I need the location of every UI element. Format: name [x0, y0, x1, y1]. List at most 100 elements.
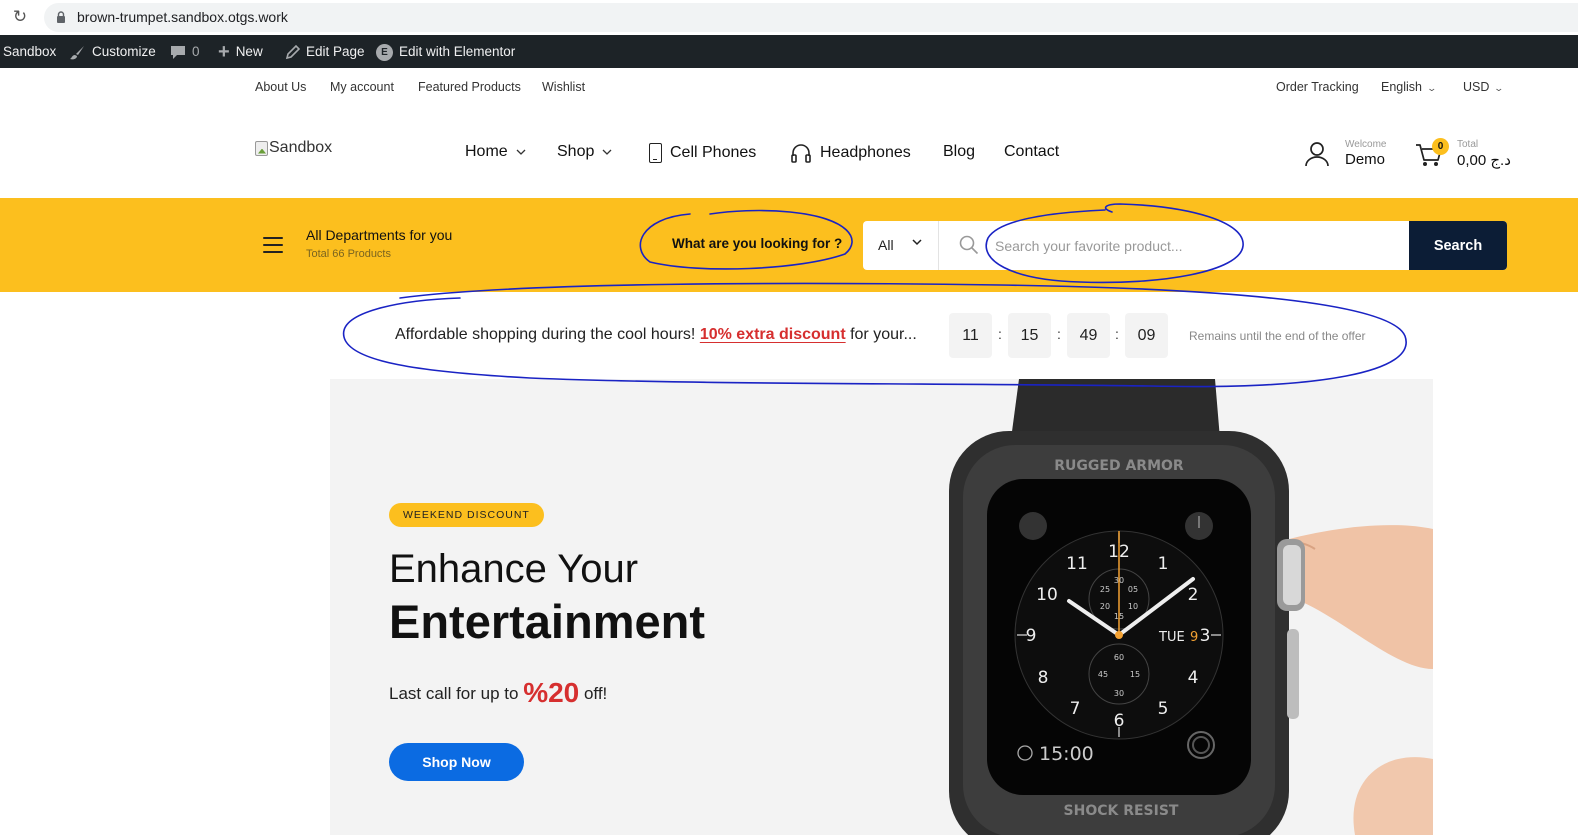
svg-text:10: 10 — [1036, 585, 1058, 605]
chevron-down-icon: ⌄ — [1426, 83, 1438, 93]
nav-home[interactable]: Home — [465, 143, 526, 161]
admin-elementor-link[interactable]: E Edit with Elementor — [376, 43, 515, 61]
svg-text:60: 60 — [1114, 653, 1124, 662]
hero-banner: WEEKEND DISCOUNT Enhance Your Entertainm… — [330, 379, 1433, 835]
admin-customize-link[interactable]: Customize — [69, 43, 156, 61]
countdown-seconds: 49 — [1067, 313, 1110, 358]
watch-bottom-text: SHOCK RESIST — [1064, 803, 1179, 819]
admin-comments-count: 0 — [192, 44, 200, 59]
reload-icon[interactable]: ↻ — [10, 7, 30, 27]
svg-text:5: 5 — [1158, 699, 1169, 719]
headphones-icon — [791, 144, 811, 163]
top-link-order-tracking[interactable]: Order Tracking — [1276, 80, 1359, 94]
svg-text:30: 30 — [1114, 689, 1124, 698]
admin-site-label: Sandbox — [3, 44, 57, 59]
countdown-separator: : — [998, 326, 1002, 342]
watch-day: TUE — [1158, 630, 1185, 645]
svg-text:2: 2 — [1188, 585, 1199, 605]
shop-now-button[interactable]: Shop Now — [389, 743, 524, 781]
hero-sub-before: Last call for up to — [389, 684, 524, 703]
admin-edit-page-link[interactable]: Edit Page — [285, 43, 365, 61]
account-name[interactable]: Demo — [1345, 151, 1385, 168]
welcome-label: Welcome — [1345, 139, 1387, 150]
admin-new-link[interactable]: + New — [218, 41, 263, 63]
currency-label: USD — [1463, 80, 1490, 94]
hero-badge: WEEKEND DISCOUNT — [389, 503, 544, 527]
category-select[interactable]: All — [863, 221, 939, 270]
svg-text:11: 11 — [1066, 554, 1088, 574]
countdown-hours: 11 — [949, 313, 992, 358]
admin-customize-label: Customize — [92, 44, 156, 59]
url-text: brown-trumpet.sandbox.otgs.work — [77, 9, 288, 25]
svg-text:15: 15 — [1130, 670, 1140, 679]
hero-title-line2: Entertainment — [389, 595, 705, 648]
admin-site-link[interactable]: Sandbox — [3, 43, 56, 61]
promo-discount-link[interactable]: 10% extra discount — [700, 326, 846, 343]
hero-sub-highlight: %20 — [523, 677, 580, 708]
brush-icon — [70, 45, 84, 59]
watch-time: 15:00 — [1039, 743, 1094, 765]
language-switcher[interactable]: English ⌄ — [1381, 80, 1438, 94]
promo-text: Affordable shopping during the cool hour… — [395, 326, 917, 344]
user-icon[interactable] — [1305, 141, 1329, 167]
cart-total-label: Total — [1457, 139, 1479, 150]
departments-subtitle: Total 66 Products — [306, 248, 391, 260]
top-link-about[interactable]: About Us — [255, 80, 306, 94]
address-field[interactable]: brown-trumpet.sandbox.otgs.work — [44, 3, 1578, 32]
nav-blog[interactable]: Blog — [943, 143, 975, 161]
nav-cell-phones-label: Cell Phones — [670, 144, 757, 161]
currency-switcher[interactable]: USD ⌄ — [1463, 80, 1504, 94]
nav-headphones[interactable]: Headphones — [790, 143, 911, 163]
hero-subtitle: Last call for up to %20 off! — [389, 677, 607, 709]
nav-shop[interactable]: Shop — [557, 143, 612, 161]
admin-edit-page-label: Edit Page — [306, 44, 365, 59]
hero-title-line1: Enhance Your — [389, 547, 639, 591]
svg-text:20: 20 — [1100, 602, 1110, 611]
svg-text:1: 1 — [1158, 554, 1169, 574]
comment-icon — [171, 46, 185, 59]
phone-icon — [649, 143, 662, 163]
admin-comments-link[interactable]: 0 — [170, 43, 200, 61]
logo-alt-text: Sandbox — [269, 139, 333, 156]
offer-remains-text: Remains until the end of the offer — [1189, 329, 1366, 343]
search-button[interactable]: Search — [1409, 221, 1507, 270]
search-input[interactable] — [995, 231, 1403, 260]
nav-contact[interactable]: Contact — [1004, 143, 1059, 161]
hero-sub-after: off! — [579, 684, 608, 703]
hamburger-icon[interactable] — [263, 237, 283, 253]
svg-text:7: 7 — [1070, 699, 1081, 719]
admin-new-label: New — [235, 44, 263, 59]
watch-date-num: 9 — [1190, 630, 1198, 645]
top-link-account[interactable]: My account — [330, 80, 394, 94]
pencil-icon — [285, 44, 300, 59]
svg-text:3: 3 — [1200, 626, 1211, 646]
nav-contact-label: Contact — [1004, 143, 1060, 160]
svg-text:10: 10 — [1128, 602, 1138, 611]
lock-icon — [57, 11, 65, 23]
top-link-wishlist[interactable]: Wishlist — [542, 80, 585, 94]
plus-icon: + — [218, 41, 230, 63]
nav-headphones-label: Headphones — [820, 144, 911, 161]
countdown-minutes: 15 — [1008, 313, 1051, 358]
elementor-icon: E — [376, 43, 393, 61]
svg-text:9: 9 — [1026, 626, 1037, 646]
countdown-separator: : — [1057, 326, 1061, 342]
nav-blog-label: Blog — [943, 143, 976, 160]
category-selected: All — [878, 237, 894, 253]
promo-text-after: for your... — [845, 326, 917, 343]
nav-cell-phones[interactable]: Cell Phones — [649, 143, 756, 163]
top-link-featured[interactable]: Featured Products — [418, 80, 521, 94]
language-label: English — [1381, 80, 1422, 94]
chevron-down-icon — [912, 239, 922, 246]
cart-total-value[interactable]: 0,00 د.ج — [1457, 151, 1511, 169]
svg-text:4: 4 — [1188, 668, 1199, 688]
site-logo[interactable]: Sandbox — [255, 139, 332, 157]
departments-title[interactable]: All Departments for you — [306, 227, 452, 243]
svg-text:6: 6 — [1114, 711, 1125, 731]
watch-top-text: RUGGED ARMOR — [1054, 458, 1184, 474]
admin-elementor-label: Edit with Elementor — [399, 44, 516, 59]
countdown-frames: 09 — [1125, 313, 1168, 358]
svg-text:05: 05 — [1128, 585, 1138, 594]
broken-image-icon — [255, 140, 268, 156]
svg-text:8: 8 — [1038, 668, 1049, 688]
